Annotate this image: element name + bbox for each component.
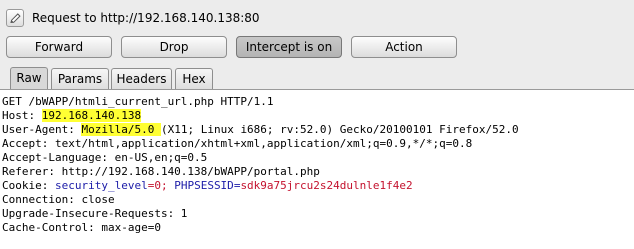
request-target-label: Request to http://192.168.140.138:80 [32, 11, 260, 25]
cookie-phpsessid-value: sdk9a75jrcu2s24dulnle1f4e2 [240, 179, 413, 192]
tab-headers[interactable]: Headers [111, 68, 172, 89]
cookie-security-level-value: =0; [147, 179, 175, 192]
connection-header-text: Connection: close [2, 193, 115, 206]
accept-language-header-text: Accept-Language: en-US,en;q=0.5 [2, 151, 208, 164]
pencil-icon[interactable] [6, 9, 24, 27]
connection-header: Connection: close [2, 193, 115, 207]
intercept-panel: Request to http://192.168.140.138:80 For… [0, 0, 634, 90]
host-header-name: Host: [2, 109, 42, 122]
tab-hex[interactable]: Hex [175, 68, 213, 89]
referer-header: Referer: http://192.168.140.138/bWAPP/po… [2, 165, 320, 179]
tab-divider [0, 89, 634, 90]
user-agent-header-name: User-Agent: [2, 123, 82, 136]
host-header: Host: 192.168.140.138 [2, 109, 142, 123]
action-button[interactable]: Action [351, 36, 457, 58]
accept-header-text: Accept: text/html,application/xhtml+xml,… [2, 137, 473, 150]
forward-button[interactable]: Forward [6, 36, 112, 58]
cache-control-header-text: Cache-Control: max-age=0 [2, 221, 161, 234]
referer-header-text: Referer: http://192.168.140.138/bWAPP/po… [2, 165, 320, 178]
cookie-header: Cookie: security_level=0; PHPSESSID=sdk9… [2, 179, 413, 193]
user-agent-header: User-Agent: Mozilla/5.0 (X11; Linux i686… [2, 123, 519, 137]
request-line-text: GET /bWAPP/htmli_current_url.php HTTP/1.… [2, 95, 274, 108]
upgrade-insecure-requests-header: Upgrade-Insecure-Requests: 1 [2, 207, 187, 221]
cookie-phpsessid-key: PHPSESSID [174, 179, 234, 192]
request-line: GET /bWAPP/htmli_current_url.php HTTP/1.… [2, 95, 274, 109]
accept-header: Accept: text/html,application/xhtml+xml,… [2, 137, 472, 151]
intercept-toggle-button[interactable]: Intercept is on [236, 36, 342, 58]
accept-language-header: Accept-Language: en-US,en;q=0.5 [2, 151, 207, 165]
request-editor[interactable]: GET /bWAPP/htmli_current_url.php HTTP/1.… [0, 93, 634, 249]
user-agent-highlighted-value: Mozilla/5.0 [81, 123, 161, 136]
tab-params[interactable]: Params [51, 68, 109, 89]
upgrade-insecure-requests-text: Upgrade-Insecure-Requests: 1 [2, 207, 188, 220]
tab-raw[interactable]: Raw [10, 67, 48, 89]
cookie-security-level-key: security_level [54, 179, 148, 192]
user-agent-value: (X11; Linux i686; rv:52.0) Gecko/2010010… [160, 123, 519, 136]
cookie-header-name: Cookie: [2, 179, 55, 192]
drop-button[interactable]: Drop [121, 36, 227, 58]
host-header-value: 192.168.140.138 [41, 109, 142, 122]
cache-control-header: Cache-Control: max-age=0 [2, 221, 161, 235]
